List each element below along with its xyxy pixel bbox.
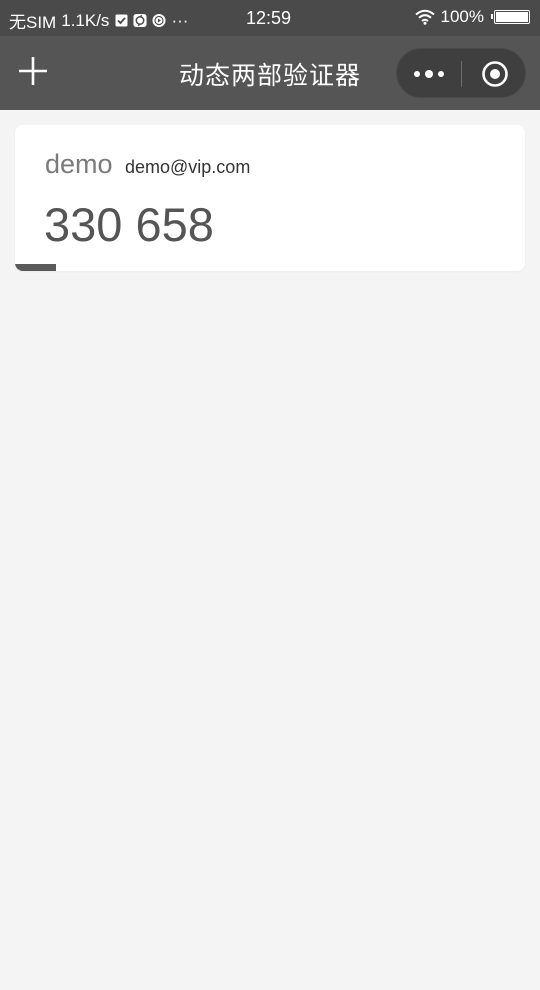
play-circle-icon <box>152 13 166 28</box>
status-left: 无SIM 1.1K/s ··· <box>9 8 188 33</box>
battery-cap <box>491 14 493 19</box>
wifi-icon <box>414 9 435 25</box>
nav-bar: 动态两部验证器 <box>0 36 540 110</box>
more-notifications-icon: ··· <box>171 10 189 30</box>
account-card[interactable]: demo demo@vip.com 330 658 <box>15 125 525 271</box>
capsule-divider <box>461 61 462 87</box>
battery-fill <box>496 12 528 22</box>
carrier-label: 无SIM <box>9 13 57 32</box>
status-bar: 无SIM 1.1K/s ··· 12:59 100% <box>0 0 540 36</box>
otp-code: 330 658 <box>44 198 214 251</box>
more-dots-icon <box>414 70 444 78</box>
status-time: 12:59 <box>246 8 292 28</box>
network-speed: 1.1K/s <box>61 10 110 30</box>
target-circle-icon <box>482 61 508 87</box>
battery-icon <box>491 10 530 24</box>
close-button[interactable] <box>481 60 509 88</box>
sync-icon <box>133 13 147 28</box>
countdown-progress-bar <box>15 264 56 271</box>
battery-percent: 100% <box>440 7 484 26</box>
check-box-icon <box>114 14 128 28</box>
status-right: 100% <box>414 7 530 27</box>
account-email: demo@vip.com <box>125 157 251 177</box>
mini-program-capsule <box>396 48 526 98</box>
more-button[interactable] <box>411 61 447 87</box>
account-issuer: demo <box>45 149 113 179</box>
